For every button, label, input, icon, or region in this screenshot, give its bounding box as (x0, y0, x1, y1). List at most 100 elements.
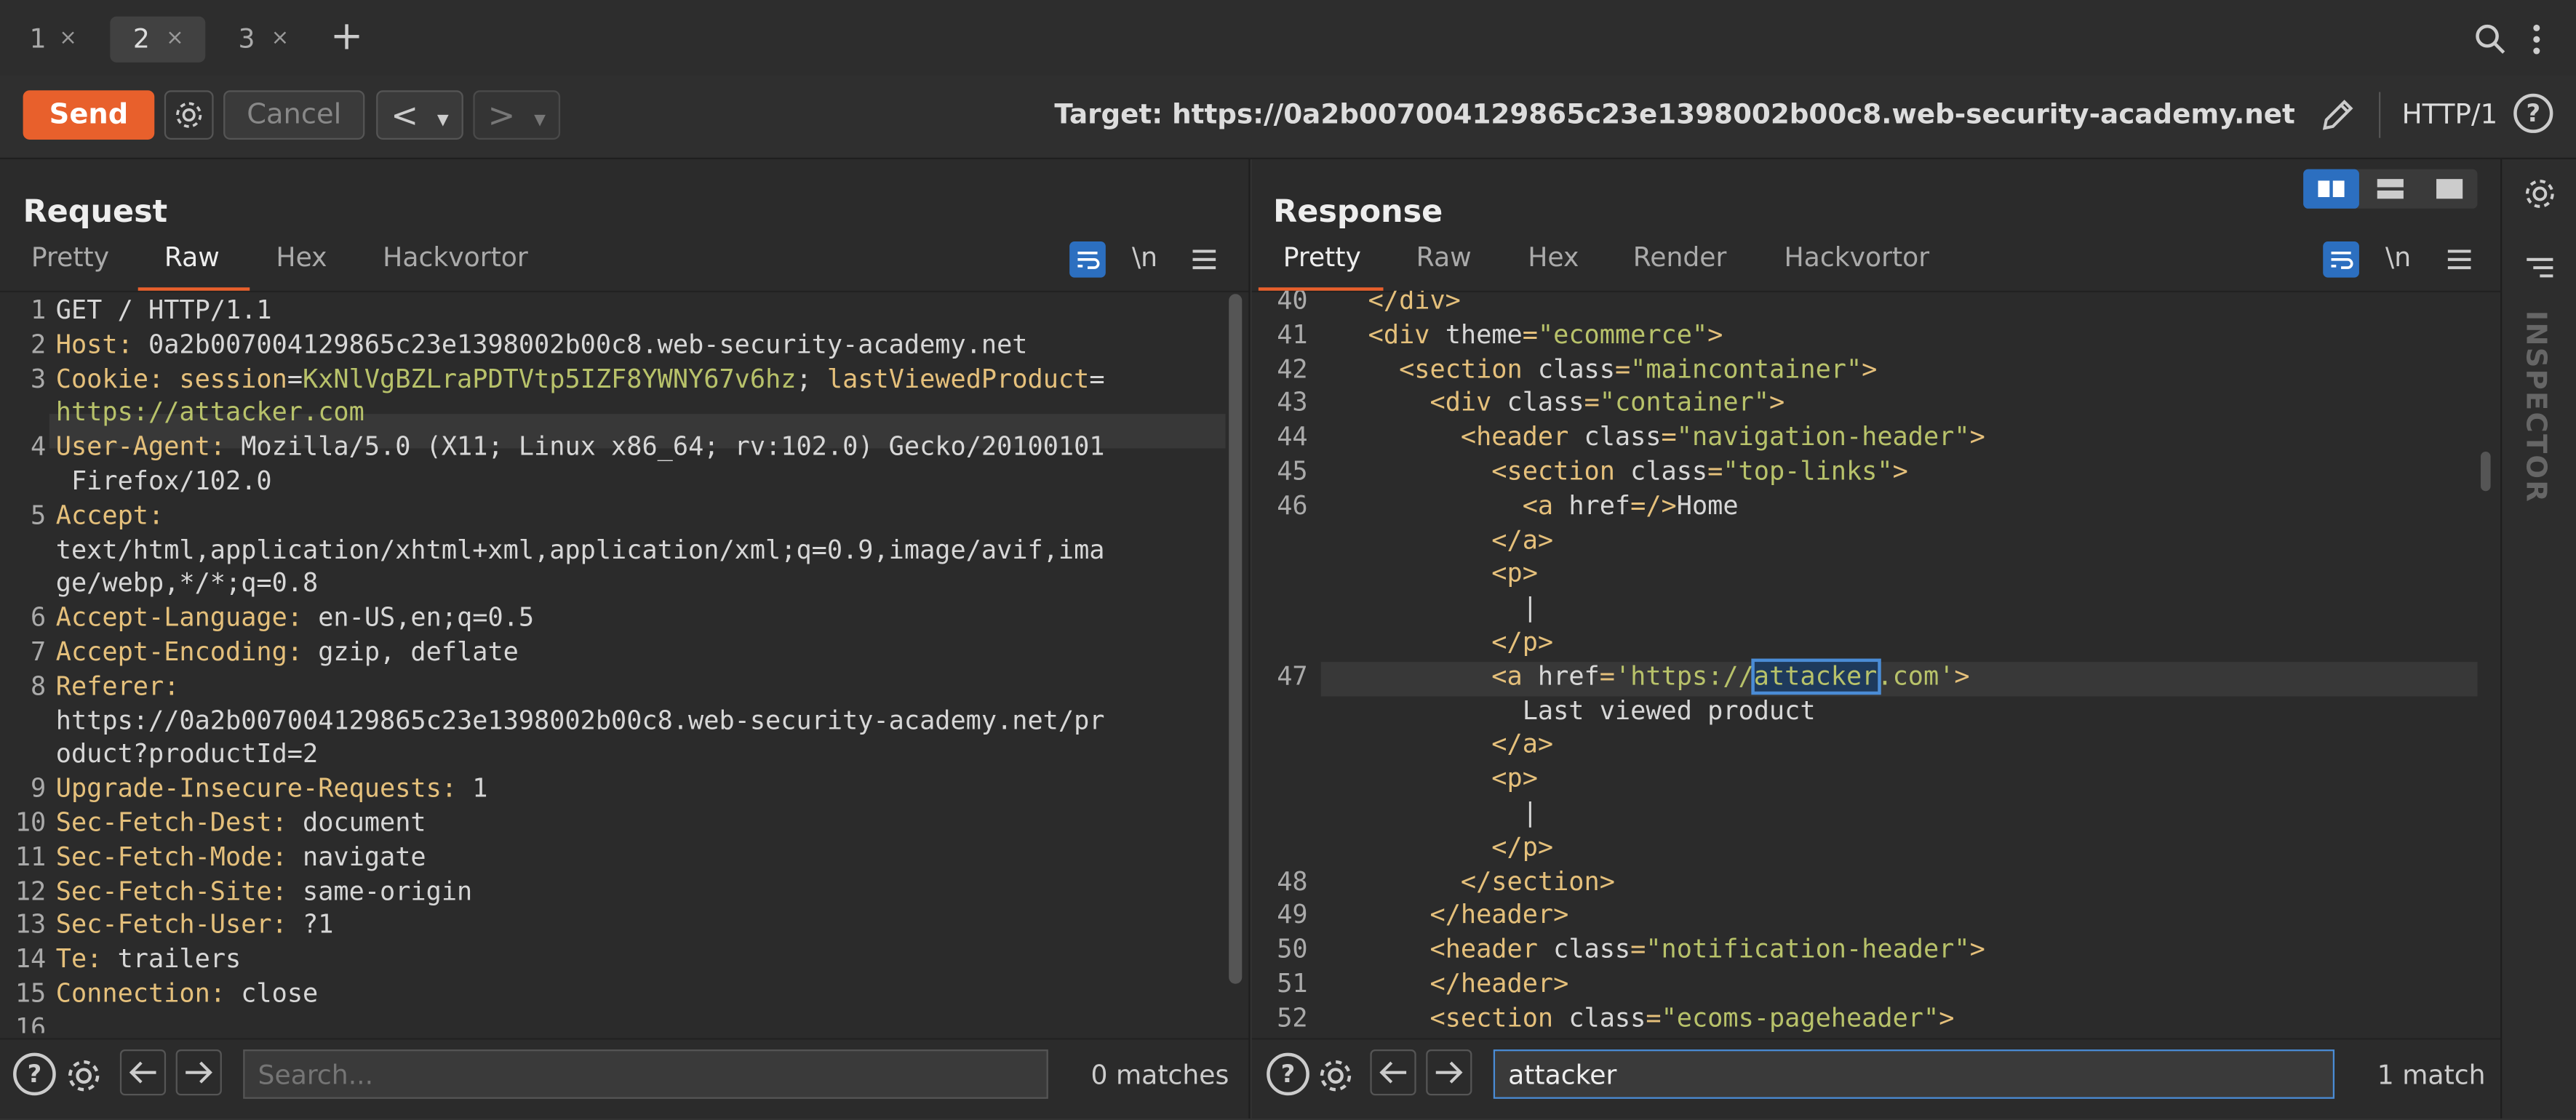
request-line: Sec-Fetch-Site: same-origin (56, 875, 472, 909)
code-token: | (1522, 798, 1538, 828)
cookie-eq: = (287, 364, 303, 394)
inspector-tab[interactable]: INSPECTOR (2519, 311, 2561, 508)
response-tab-pretty[interactable]: Pretty (1283, 241, 1361, 273)
request-line: Host: 0a2b007004129865c23e1398002b00c8.w… (56, 328, 1028, 362)
code-token: </p> (1491, 832, 1554, 863)
next-match-arrow-icon[interactable] (1426, 1049, 1472, 1096)
layout-single-icon[interactable] (2422, 169, 2478, 209)
forward-button[interactable]: > ▾ (473, 90, 561, 140)
help-icon[interactable]: ? (2513, 93, 2553, 133)
forward-dropdown-icon[interactable]: ▾ (534, 107, 546, 133)
code-token: <header (1429, 935, 1554, 965)
request-scrollbar[interactable] (1229, 294, 1243, 984)
response-line: | (1337, 591, 1538, 625)
code-token: class (1507, 388, 1584, 418)
request-editor[interactable]: 1 GET / HTTP/1.1 2 Host: 0a2b007004129865c2… (0, 294, 1226, 1033)
request-tab-hackvertor[interactable]: Hackvortor (383, 241, 528, 273)
layout-side-by-side-icon[interactable] (2303, 169, 2359, 209)
tab-1[interactable]: 1 × (10, 17, 99, 63)
layout-stacked-icon[interactable] (2362, 169, 2418, 209)
line-number: 13 (15, 910, 47, 940)
code-token: > (1939, 1003, 1955, 1033)
code-token: = (1646, 1003, 1662, 1033)
tab-close-icon[interactable]: × (166, 17, 184, 63)
search-icon[interactable] (2471, 20, 2510, 59)
line-number (1261, 728, 1307, 762)
http-version-toggle[interactable]: HTTP/1 (2402, 98, 2498, 129)
response-tab-render[interactable]: Render (1633, 241, 1727, 273)
response-line: </p> (1337, 831, 1553, 865)
request-line: User-Agent: Mozilla/5.0 (X11; Linux x86_… (56, 431, 1105, 465)
target-display[interactable]: Target: https://0a2b007004129865c23e1398… (1054, 98, 2295, 129)
settings-gear-icon[interactable] (164, 90, 214, 140)
response-editor[interactable]: 40 </div> 41 <div theme="ecommerce"> 42 <s… (1252, 291, 2478, 1033)
kebab-menu-icon[interactable] (2524, 20, 2550, 59)
response-tab-hackvertor[interactable]: Hackvortor (1785, 241, 1930, 273)
code-token: <header (1460, 422, 1584, 452)
word-wrap-icon[interactable] (2323, 241, 2359, 278)
menu-icon[interactable] (2444, 244, 2474, 274)
code-token: = (1614, 353, 1631, 384)
response-line: </div> (1337, 291, 1461, 319)
response-search-input[interactable] (1493, 1049, 2335, 1099)
menu-icon[interactable] (1189, 244, 1219, 274)
previous-match-arrow-icon[interactable] (119, 1049, 167, 1096)
settings-gear-icon[interactable] (2519, 172, 2561, 215)
settings-gear-icon[interactable] (1312, 1053, 1358, 1099)
cookie-sep: ; (796, 364, 827, 394)
request-tab-raw[interactable]: Raw (164, 241, 220, 273)
header-value: trailers (102, 944, 242, 975)
response-view-tabs: Pretty Raw Hex Render Hackvortor \n (1251, 241, 2501, 292)
line-number (1261, 591, 1307, 625)
response-panel: Response Pretty Raw Hex Render Hackvorto… (1251, 159, 2503, 1119)
next-match-arrow-icon[interactable] (175, 1049, 222, 1096)
line-number: 50 (1277, 935, 1308, 965)
request-tab-hex[interactable]: Hex (276, 241, 327, 273)
tab-close-icon[interactable]: × (271, 17, 290, 63)
word-wrap-icon[interactable] (1069, 241, 1106, 278)
response-line: <header class="navigation-header"> (1337, 421, 1985, 455)
response-tab-hex[interactable]: Hex (1528, 241, 1579, 273)
response-scrollbar[interactable] (2481, 452, 2491, 492)
code-token: <p> (1491, 764, 1538, 794)
header-value: navigate (287, 842, 426, 872)
tab-2[interactable]: 2 × (110, 16, 206, 63)
request-tab-pretty[interactable]: Pretty (31, 241, 109, 273)
edit-target-pencil-icon[interactable] (2313, 92, 2363, 137)
tab-label: 2 (132, 23, 150, 55)
response-line: <section class="top-links"> (1337, 455, 1908, 489)
request-view-tabs: Pretty Raw Hex Hackvortor \n (0, 241, 1249, 292)
code-token: "maincontainer" (1630, 353, 1862, 384)
send-button[interactable]: Send (23, 90, 155, 140)
target-label: Target: (1054, 98, 1163, 130)
code-token: </section> (1460, 866, 1615, 897)
line-number (0, 465, 46, 499)
newline-toggle[interactable]: \n (1132, 241, 1157, 273)
help-icon[interactable]: ? (13, 1052, 56, 1096)
back-dropdown-icon[interactable]: ▾ (437, 107, 449, 133)
code-token: </p> (1491, 627, 1554, 657)
settings-gear-icon[interactable] (61, 1053, 107, 1099)
code-token: > (1969, 422, 1985, 452)
new-tab-button[interactable]: + (330, 13, 363, 59)
back-button[interactable]: < ▾ (376, 90, 463, 140)
response-line: </a> (1337, 728, 1553, 762)
request-search-input[interactable] (243, 1049, 1048, 1099)
header-name: Te: (55, 944, 103, 975)
code-token: > (1769, 388, 1785, 418)
response-line: <section class="ecoms-pageheader"> (1337, 1001, 1954, 1033)
response-line: </header> (1337, 899, 1568, 933)
tab-close-icon[interactable]: × (59, 17, 77, 63)
response-tab-raw[interactable]: Raw (1416, 241, 1472, 273)
tab-3[interactable]: 3 × (218, 17, 307, 63)
line-number: 10 (15, 808, 47, 838)
help-icon[interactable]: ? (1267, 1052, 1309, 1096)
cancel-button[interactable]: Cancel (223, 90, 365, 140)
request-line: Upgrade-Insecure-Requests: 1 (56, 772, 488, 807)
request-line: GET / HTTP/1.1 (56, 294, 272, 328)
previous-match-arrow-icon[interactable] (1370, 1049, 1416, 1096)
code-token: <a (1491, 661, 1538, 692)
request-line: Accept: (56, 499, 164, 533)
inspector-list-icon[interactable] (2519, 249, 2561, 286)
newline-toggle[interactable]: \n (2385, 241, 2411, 273)
